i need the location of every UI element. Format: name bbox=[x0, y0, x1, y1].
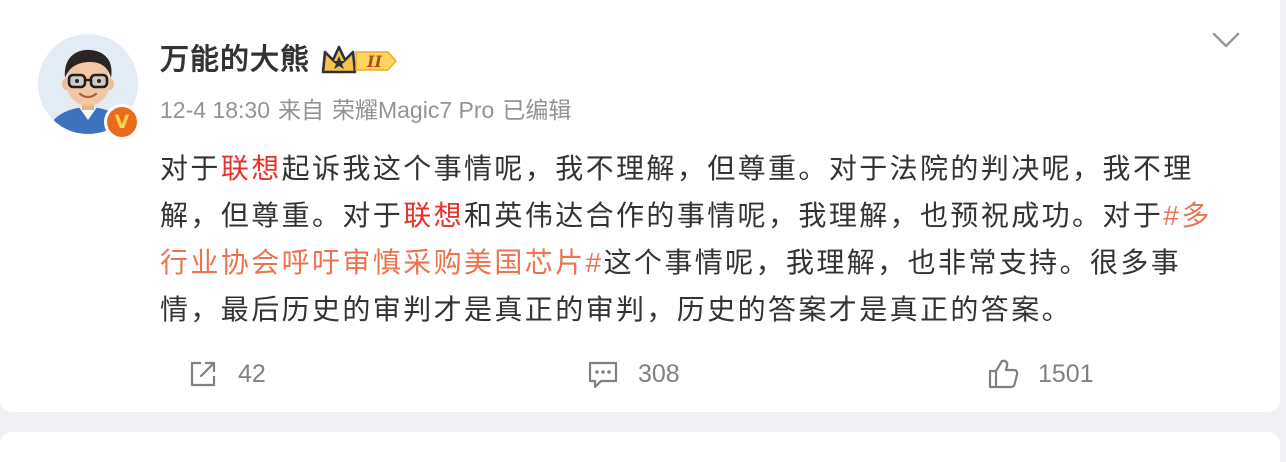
crown-icon bbox=[321, 45, 357, 74]
like-icon bbox=[988, 359, 1019, 389]
post-source: 荣耀Magic7 Pro bbox=[331, 97, 495, 123]
author-name[interactable]: 万能的大熊 bbox=[160, 42, 310, 78]
post-content: 对于联想起诉我这个事情呢，我不理解，但尊重。对于法院的判决呢，我不理解，但尊重。… bbox=[160, 145, 1238, 333]
edited-label[interactable]: 已编辑 bbox=[502, 97, 571, 123]
keyword-link[interactable]: 联想 bbox=[403, 200, 464, 231]
repost-icon bbox=[190, 361, 216, 387]
repost-button[interactable]: 42 bbox=[186, 356, 266, 392]
post-time[interactable]: 12-4 18:30 bbox=[160, 97, 270, 123]
next-post-card bbox=[0, 432, 1280, 462]
keyword-link[interactable]: 联想 bbox=[221, 153, 282, 184]
content-text: 对于 bbox=[160, 153, 221, 184]
comment-icon bbox=[588, 361, 618, 389]
repost-count: 42 bbox=[238, 359, 266, 388]
verified-badge: V bbox=[104, 104, 140, 140]
source-prefix: 来自 bbox=[277, 97, 324, 123]
author-row: 万能的大熊 II bbox=[160, 42, 400, 78]
content-text: 和英伟达合作的事情呢，我理解，也预祝成功。对于 bbox=[464, 200, 1164, 231]
member-level-text: II bbox=[366, 52, 382, 71]
comment-count: 308 bbox=[638, 359, 680, 388]
chevron-down-icon[interactable] bbox=[1208, 26, 1244, 54]
comment-button[interactable]: 308 bbox=[586, 356, 680, 392]
post-meta: 12-4 18:30 来自 荣耀Magic7 Pro 已编辑 bbox=[160, 94, 579, 126]
like-button[interactable]: 1501 bbox=[986, 356, 1094, 392]
like-count: 1501 bbox=[1038, 359, 1094, 388]
member-level-badge[interactable]: II bbox=[320, 43, 400, 77]
post-card: V 万能的大熊 II 12-4 18:30 来自 荣耀Magic7 Pro 已编辑 对… bbox=[0, 0, 1280, 412]
